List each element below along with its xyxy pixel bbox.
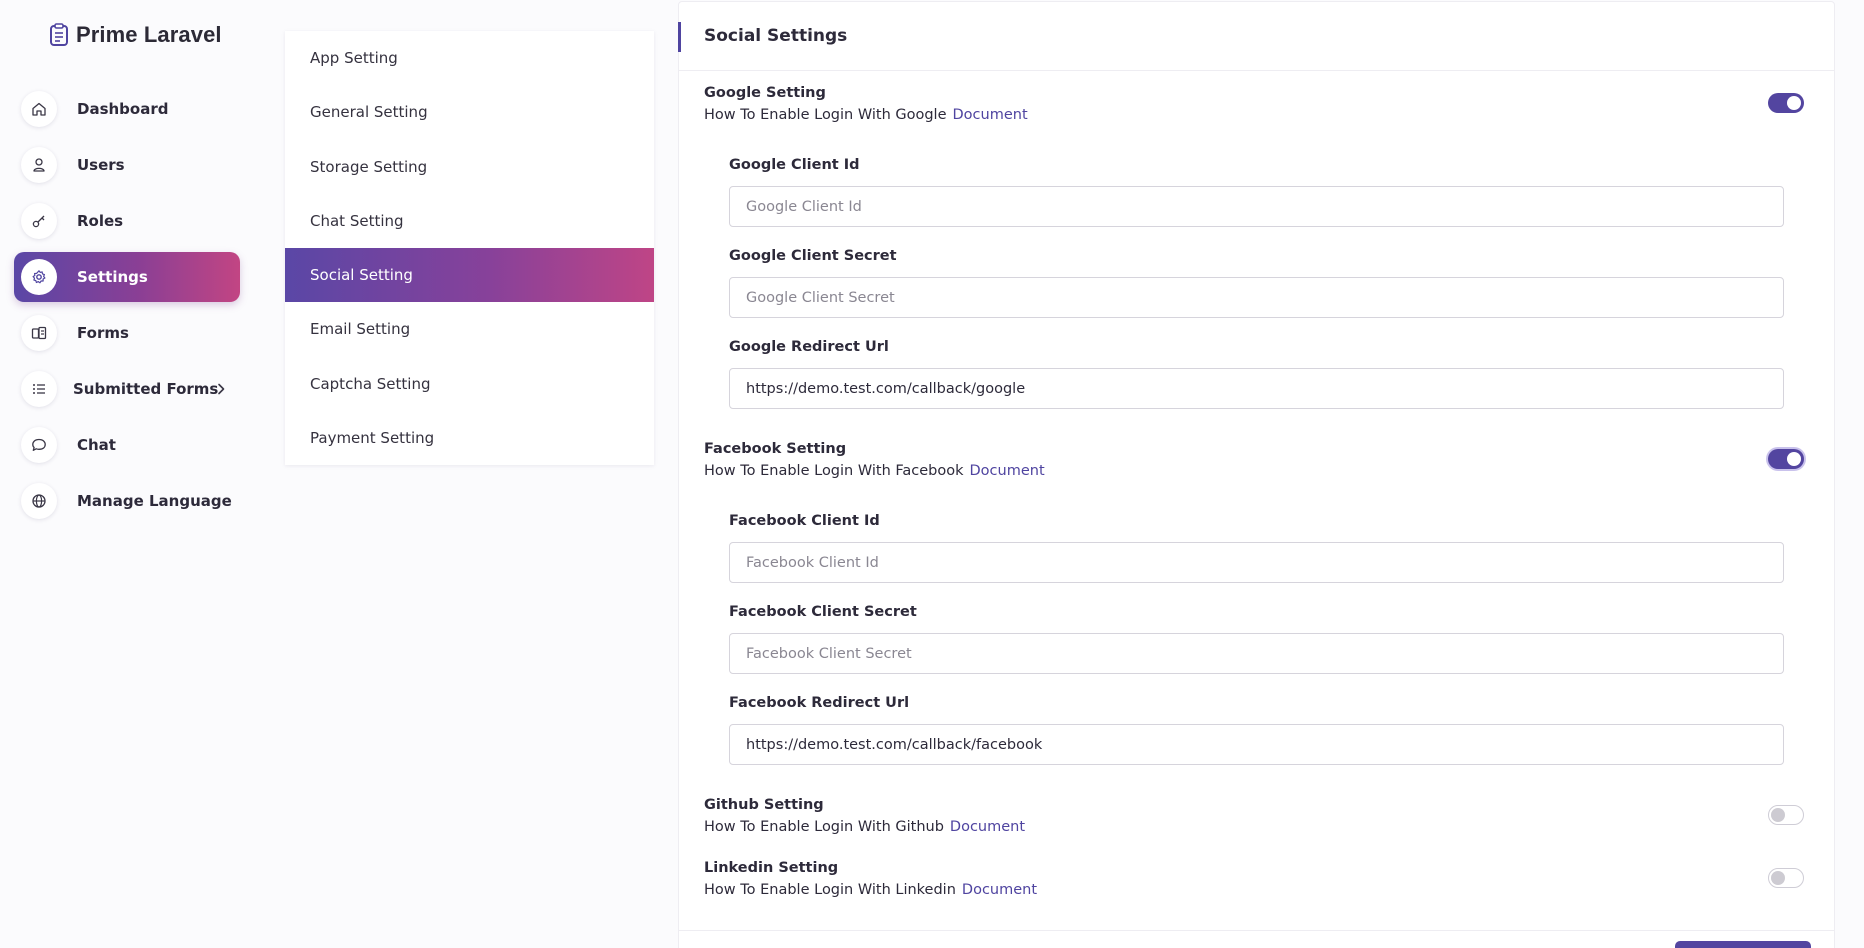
- facebook-redirect-url-label: Facebook Redirect Url: [729, 695, 910, 711]
- google-setting-desc-text: How To Enable Login With Google: [704, 107, 947, 123]
- linkedin-setting-description: How To Enable Login With Linkedin Documen…: [704, 882, 1809, 898]
- google-redirect-url-input[interactable]: [729, 368, 1784, 409]
- google-redirect-url-field: Google Redirect Url: [729, 339, 1784, 409]
- facebook-setting-description: How To Enable Login With Facebook Documen…: [704, 463, 1809, 479]
- sidebar-item-label: Roles: [77, 212, 124, 230]
- sidebar-item-label: Forms: [77, 324, 129, 342]
- app-title: Prime Laravel: [76, 22, 222, 47]
- social-settings-card: Social Settings Google Setting How To En…: [678, 1, 1835, 948]
- sidebar-item-submitted-forms[interactable]: Submitted Forms: [14, 364, 240, 414]
- google-redirect-url-label: Google Redirect Url: [729, 339, 889, 355]
- sidebar-item-label: Manage Language: [77, 492, 232, 510]
- linkedin-setting-desc-text: How To Enable Login With Linkedin: [704, 882, 956, 898]
- sidebar-item-settings[interactable]: Settings: [14, 252, 240, 302]
- gear-icon: [21, 259, 57, 295]
- card-footer-divider: [679, 930, 1834, 931]
- submenu-item-app-setting[interactable]: App Setting: [285, 31, 654, 85]
- sidebar-nav: Dashboard Users Roles Settings Forms Sub…: [14, 84, 240, 532]
- toggle-knob: [1787, 96, 1801, 110]
- sidebar-item-users[interactable]: Users: [14, 140, 240, 190]
- sidebar-item-label: Chat: [77, 436, 116, 454]
- facebook-client-id-field: Facebook Client Id: [729, 513, 1784, 583]
- facebook-client-id-label: Facebook Client Id: [729, 513, 880, 529]
- sidebar-item-label: Users: [77, 156, 125, 174]
- google-setting-description: How To Enable Login With Google Document: [704, 107, 1809, 123]
- toggle-knob: [1771, 871, 1785, 885]
- page-title: Social Settings: [704, 26, 848, 46]
- facebook-document-link[interactable]: Document: [970, 463, 1045, 479]
- sidebar-item-dashboard[interactable]: Dashboard: [14, 84, 240, 134]
- globe-icon: [21, 483, 57, 519]
- github-setting-toggle[interactable]: [1768, 805, 1804, 825]
- sidebar-item-chat[interactable]: Chat: [14, 420, 240, 470]
- form-icon: [21, 315, 57, 351]
- facebook-client-secret-input[interactable]: [729, 633, 1784, 674]
- github-setting-title: Github Setting: [704, 797, 824, 813]
- clipboard-icon: [48, 22, 70, 48]
- sidebar-item-manage-language[interactable]: Manage Language: [14, 476, 240, 526]
- submenu-item-chat-setting[interactable]: Chat Setting: [285, 194, 654, 248]
- list-icon: [21, 371, 57, 407]
- facebook-client-id-input[interactable]: [729, 542, 1784, 583]
- facebook-setting-section: Facebook Setting How To Enable Login Wit…: [704, 441, 1809, 479]
- submenu-item-general-setting[interactable]: General Setting: [285, 85, 654, 139]
- github-setting-description: How To Enable Login With Github Document: [704, 819, 1809, 835]
- google-client-secret-label: Google Client Secret: [729, 248, 897, 264]
- sidebar-item-label: Settings: [77, 268, 148, 286]
- submenu-item-email-setting[interactable]: Email Setting: [285, 302, 654, 356]
- facebook-setting-toggle[interactable]: [1768, 449, 1804, 469]
- facebook-client-secret-label: Facebook Client Secret: [729, 604, 917, 620]
- google-client-id-input[interactable]: [729, 186, 1784, 227]
- github-setting-desc-text: How To Enable Login With Github: [704, 819, 944, 835]
- sidebar: Prime Laravel Dashboard Users Roles Sett…: [0, 0, 250, 948]
- github-setting-section: Github Setting How To Enable Login With …: [704, 797, 1809, 835]
- facebook-redirect-url-field: Facebook Redirect Url: [729, 695, 1784, 765]
- facebook-redirect-url-input[interactable]: [729, 724, 1784, 765]
- user-icon: [21, 147, 57, 183]
- key-icon: [21, 203, 57, 239]
- submenu-item-storage-setting[interactable]: Storage Setting: [285, 140, 654, 194]
- google-client-id-label: Google Client Id: [729, 157, 860, 173]
- home-icon: [21, 91, 57, 127]
- submenu-item-social-setting[interactable]: Social Setting: [285, 248, 654, 303]
- submenu-item-captcha-setting[interactable]: Captcha Setting: [285, 357, 654, 411]
- google-client-id-field: Google Client Id: [729, 157, 1784, 227]
- google-setting-title: Google Setting: [704, 85, 826, 101]
- sidebar-item-forms[interactable]: Forms: [14, 308, 240, 358]
- linkedin-setting-section: Linkedin Setting How To Enable Login Wit…: [704, 860, 1809, 898]
- sidebar-item-label: Submitted Forms: [73, 380, 219, 398]
- brand[interactable]: Prime Laravel: [48, 22, 222, 48]
- sidebar-item-roles[interactable]: Roles: [14, 196, 240, 246]
- facebook-setting-desc-text: How To Enable Login With Facebook: [704, 463, 964, 479]
- toggle-knob: [1771, 808, 1785, 822]
- google-setting-section: Google Setting How To Enable Login With …: [704, 85, 1809, 123]
- toggle-knob: [1787, 452, 1801, 466]
- linkedin-document-link[interactable]: Document: [962, 882, 1037, 898]
- settings-submenu: App Setting General Setting Storage Sett…: [285, 31, 654, 465]
- google-document-link[interactable]: Document: [953, 107, 1028, 123]
- header-accent-bar: [678, 22, 681, 52]
- linkedin-setting-title: Linkedin Setting: [704, 860, 839, 876]
- chat-icon: [21, 427, 57, 463]
- facebook-setting-title: Facebook Setting: [704, 441, 847, 457]
- submenu-item-payment-setting[interactable]: Payment Setting: [285, 411, 654, 465]
- facebook-client-secret-field: Facebook Client Secret: [729, 604, 1784, 674]
- google-client-secret-field: Google Client Secret: [729, 248, 1784, 318]
- linkedin-setting-toggle[interactable]: [1768, 868, 1804, 888]
- github-document-link[interactable]: Document: [950, 819, 1025, 835]
- save-button[interactable]: [1675, 941, 1811, 948]
- card-header: Social Settings: [678, 2, 1834, 71]
- google-client-secret-input[interactable]: [729, 277, 1784, 318]
- sidebar-item-label: Dashboard: [77, 100, 169, 118]
- google-setting-toggle[interactable]: [1768, 93, 1804, 113]
- chevron-right-icon[interactable]: [216, 381, 226, 400]
